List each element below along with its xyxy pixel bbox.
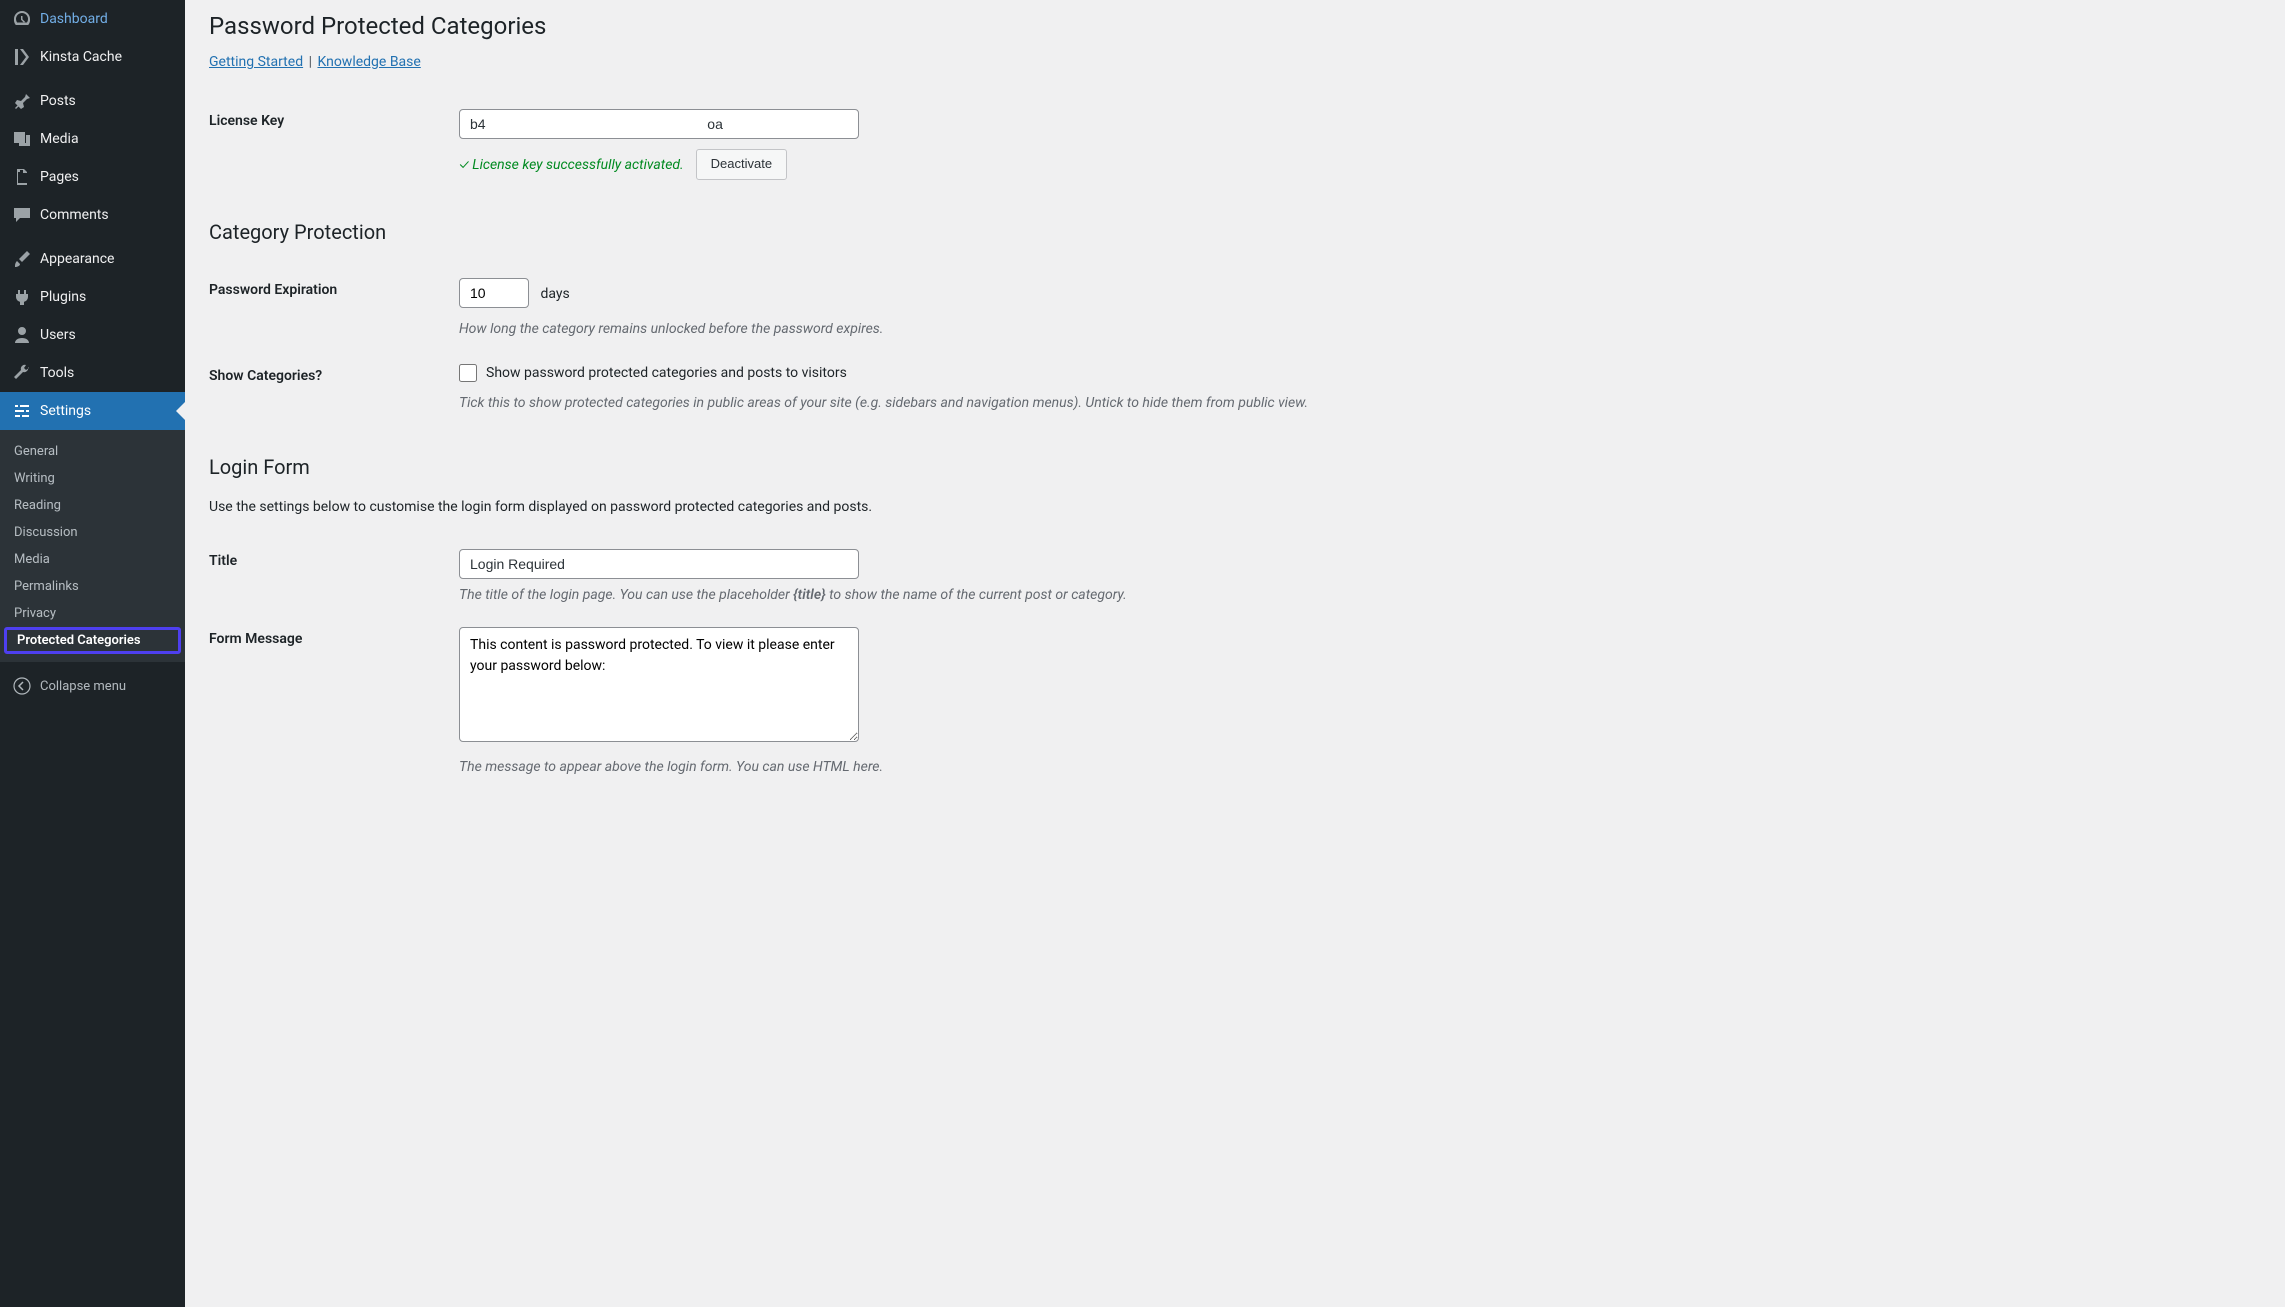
page-title: Password Protected Categories <box>209 12 2261 40</box>
collapse-label: Collapse menu <box>40 679 126 694</box>
submenu-permalinks[interactable]: Permalinks <box>0 573 185 600</box>
show-categories-help-text: Tick this to show protected categories i… <box>459 392 2261 414</box>
collapse-icon <box>12 676 32 696</box>
kinsta-icon <box>12 47 32 67</box>
sidebar-item-label: Appearance <box>40 251 114 267</box>
sidebar-item-media[interactable]: Media <box>0 120 185 158</box>
dashboard-icon <box>12 9 32 29</box>
sidebar-item-label: Users <box>40 327 76 343</box>
main-content: Password Protected Categories Getting St… <box>185 0 2285 1307</box>
sidebar-item-tools[interactable]: Tools <box>0 354 185 392</box>
login-title-row: Title The title of the login page. You c… <box>209 535 2261 613</box>
sidebar-item-label: Comments <box>40 207 109 223</box>
login-title-help: The title of the login page. You can use… <box>459 587 2261 603</box>
form-message-label: Form Message <box>209 627 459 647</box>
sidebar-item-label: Kinsta Cache <box>40 49 122 65</box>
password-expiration-input[interactable] <box>459 278 529 308</box>
sidebar-item-pages[interactable]: Pages <box>0 158 185 196</box>
sidebar-item-label: Dashboard <box>40 11 108 27</box>
pages-icon <box>12 167 32 187</box>
collapse-menu-button[interactable]: Collapse menu <box>0 667 185 705</box>
sidebar-item-label: Tools <box>40 365 74 381</box>
category-protection-heading: Category Protection <box>209 220 2261 244</box>
sidebar-item-label: Pages <box>40 169 79 185</box>
login-title-label: Title <box>209 549 459 569</box>
sidebar-item-label: Media <box>40 131 79 147</box>
login-form-heading: Login Form <box>209 455 2261 479</box>
knowledge-base-link[interactable]: Knowledge Base <box>317 54 420 70</box>
password-expiration-label: Password Expiration <box>209 278 459 298</box>
login-form-description: Use the settings below to customise the … <box>209 499 2261 515</box>
form-message-textarea[interactable] <box>459 627 859 742</box>
license-key-label: License Key <box>209 109 459 129</box>
sidebar-item-settings[interactable]: Settings <box>0 392 185 430</box>
link-separator: | <box>307 54 318 70</box>
submenu-general[interactable]: General <box>0 438 185 465</box>
sidebar-item-label: Plugins <box>40 289 86 305</box>
sidebar-item-label: Settings <box>40 403 91 419</box>
getting-started-link[interactable]: Getting Started <box>209 54 303 70</box>
license-key-input[interactable] <box>459 109 859 139</box>
submenu-reading[interactable]: Reading <box>0 492 185 519</box>
submenu-protected-categories[interactable]: Protected Categories <box>4 627 181 654</box>
deactivate-button[interactable]: Deactivate <box>696 149 787 180</box>
brush-icon <box>12 249 32 269</box>
wrench-icon <box>12 363 32 383</box>
show-categories-checkbox-label: Show password protected categories and p… <box>486 365 847 381</box>
sidebar-item-comments[interactable]: Comments <box>0 196 185 234</box>
pin-icon <box>12 91 32 111</box>
sidebar-item-label: Posts <box>40 93 76 109</box>
form-message-help: The message to appear above the login fo… <box>459 756 2261 778</box>
password-expiration-row: Password Expiration days How long the ca… <box>209 264 2261 350</box>
settings-submenu: General Writing Reading Discussion Media… <box>0 430 185 662</box>
license-key-row: License Key ✓ License key successfully a… <box>209 95 2261 190</box>
admin-sidebar: Dashboard Kinsta Cache Posts Media Pages… <box>0 0 185 1307</box>
media-icon <box>12 129 32 149</box>
show-categories-row: Show Categories? Show password protected… <box>209 350 2261 424</box>
comments-icon <box>12 205 32 225</box>
login-title-input[interactable] <box>459 549 859 579</box>
sidebar-item-users[interactable]: Users <box>0 316 185 354</box>
form-message-row: Form Message The message to appear above… <box>209 613 2261 788</box>
sliders-icon <box>12 401 32 421</box>
show-categories-label: Show Categories? <box>209 364 459 384</box>
help-links: Getting Started | Knowledge Base <box>209 54 2261 70</box>
expiration-help-text: How long the category remains unlocked b… <box>459 318 2261 340</box>
plug-icon <box>12 287 32 307</box>
sidebar-item-kinsta-cache[interactable]: Kinsta Cache <box>0 38 185 76</box>
sidebar-item-appearance[interactable]: Appearance <box>0 240 185 278</box>
users-icon <box>12 325 32 345</box>
sidebar-item-plugins[interactable]: Plugins <box>0 278 185 316</box>
show-categories-checkbox[interactable] <box>459 364 477 382</box>
sidebar-item-dashboard[interactable]: Dashboard <box>0 0 185 38</box>
submenu-discussion[interactable]: Discussion <box>0 519 185 546</box>
sidebar-item-posts[interactable]: Posts <box>0 82 185 120</box>
expiration-unit-label: days <box>540 286 569 302</box>
license-status-message: ✓ License key successfully activated. <box>459 156 684 173</box>
submenu-privacy[interactable]: Privacy <box>0 600 185 627</box>
submenu-writing[interactable]: Writing <box>0 465 185 492</box>
submenu-media[interactable]: Media <box>0 546 185 573</box>
